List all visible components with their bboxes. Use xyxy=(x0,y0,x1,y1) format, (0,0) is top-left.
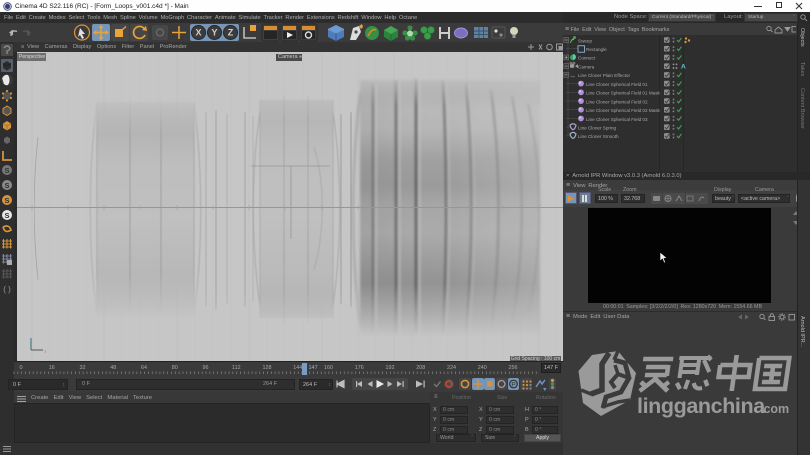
svg-text:Rectangle: Rectangle xyxy=(586,47,607,52)
svg-text:.com: .com xyxy=(760,402,789,416)
svg-text:80: 80 xyxy=(172,365,178,371)
svg-text:lingganchina: lingganchina xyxy=(637,394,766,418)
svg-text:Line Cloner Spherical Field 01: Line Cloner Spherical Field 01 xyxy=(586,82,648,87)
svg-text:192: 192 xyxy=(386,365,395,371)
svg-text:240: 240 xyxy=(478,365,487,371)
svg-text:96: 96 xyxy=(203,365,209,371)
svg-text:Connect: Connect xyxy=(578,56,596,61)
svg-text:176: 176 xyxy=(355,365,364,371)
svg-text:Camera: Camera xyxy=(578,64,595,69)
svg-text:224: 224 xyxy=(447,365,456,371)
svg-text:0: 0 xyxy=(20,365,23,371)
svg-text:128: 128 xyxy=(263,365,272,371)
svg-text:Line Cloner Spherical Field 02: Line Cloner Spherical Field 02 Mask xyxy=(586,108,660,113)
svg-text:48: 48 xyxy=(110,365,116,371)
svg-text:A: A xyxy=(681,64,686,71)
svg-text:64: 64 xyxy=(141,365,147,371)
svg-text:Line Cloner Spring: Line Cloner Spring xyxy=(578,126,616,131)
svg-text:Line Cloner Spherical Field 01: Line Cloner Spherical Field 01 Mask xyxy=(586,91,660,96)
svg-text:112: 112 xyxy=(232,365,241,371)
svg-text:Line Cloner Plain Effector: Line Cloner Plain Effector xyxy=(578,73,630,78)
svg-text:Line Cloner Smooth: Line Cloner Smooth xyxy=(578,134,619,139)
svg-text:144: 144 xyxy=(293,365,302,371)
svg-text:↔: ↔ xyxy=(570,73,576,79)
svg-text:208: 208 xyxy=(416,365,425,371)
svg-text:Line Cloner Spherical Field 02: Line Cloner Spherical Field 02 xyxy=(586,99,648,104)
svg-text:P: P xyxy=(511,382,515,389)
svg-text:16: 16 xyxy=(49,365,55,371)
svg-text:Sweep: Sweep xyxy=(578,38,592,43)
svg-text:32: 32 xyxy=(80,365,86,371)
svg-text:256: 256 xyxy=(509,365,518,371)
svg-text:160: 160 xyxy=(324,365,333,371)
svg-text:Line Cloner Spherical Field 03: Line Cloner Spherical Field 03 xyxy=(586,117,648,122)
